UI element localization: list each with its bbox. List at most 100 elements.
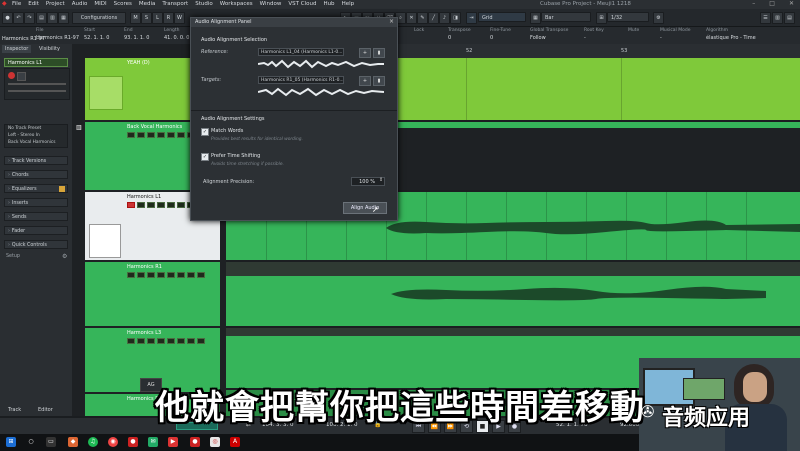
trash-icon[interactable]: ▮ — [373, 48, 385, 58]
grid-mode-dropdown[interactable]: Grid — [478, 12, 526, 22]
comp-tool-icon[interactable]: ◨ — [450, 12, 461, 24]
eq-bypass-icon[interactable] — [59, 186, 65, 192]
undo-icon[interactable]: ↶ — [13, 12, 24, 24]
record-enable-button[interactable] — [8, 72, 15, 79]
align-audio-button[interactable]: Align Audio — [343, 202, 387, 214]
cubase-icon[interactable]: ● — [128, 437, 138, 447]
menu-file[interactable]: File — [12, 1, 21, 7]
quantize-dropdown[interactable]: 1/32 — [607, 12, 649, 22]
pan-slider[interactable] — [8, 90, 66, 92]
menu-help[interactable]: Help — [342, 1, 355, 7]
wechat-icon[interactable]: ✉ — [148, 437, 158, 447]
section-equalizers[interactable]: › Equalizers — [4, 184, 68, 193]
section-track-versions[interactable]: › Track Versions — [4, 156, 68, 165]
section-chords[interactable]: › Chords — [4, 170, 68, 179]
maximize-icon[interactable]: □ — [769, 0, 775, 7]
adobe-icon[interactable]: A — [230, 437, 240, 447]
section-inserts[interactable]: › Inserts — [4, 198, 68, 207]
play-tool-icon[interactable]: ♪ — [439, 12, 450, 24]
search-icon[interactable]: ○ — [26, 437, 36, 447]
section-sends[interactable]: › Sends — [4, 212, 68, 221]
trash-icon[interactable]: ▮ — [373, 76, 385, 86]
cubase-icon-2[interactable]: ● — [190, 437, 200, 447]
info-fine-tune[interactable]: Fine-Tune 0 — [490, 28, 511, 41]
quantize-icon[interactable]: ⊞ — [596, 12, 607, 24]
tab-visibility[interactable]: Visibility — [36, 45, 63, 53]
info-musical-mode[interactable]: Musical Mode - — [660, 28, 691, 41]
add-target-button[interactable]: + — [359, 76, 371, 86]
event-harmonics-r1[interactable] — [226, 262, 800, 326]
track-preset-label[interactable]: No Track Preset — [8, 125, 67, 132]
minimize-icon[interactable]: – — [752, 0, 755, 7]
menu-edit[interactable]: Edit — [28, 1, 39, 7]
youtube-icon[interactable]: ▶ — [168, 437, 178, 447]
menu-midi[interactable]: MIDI — [94, 1, 106, 7]
add-reference-button[interactable]: + — [359, 48, 371, 58]
redo-icon[interactable]: ↷ — [24, 12, 35, 24]
info-mute[interactable]: Mute — [628, 28, 639, 35]
activate-project-icon[interactable]: ● — [2, 12, 13, 24]
info-global-transpose[interactable]: Global Transpose Follow — [530, 28, 568, 41]
match-words-checkbox[interactable]: ✓ — [201, 128, 209, 136]
info-lock[interactable]: Lock — [414, 28, 424, 35]
menu-hub[interactable]: Hub — [323, 1, 334, 7]
info-length[interactable]: Length 41. 0. 0. 0 — [164, 28, 189, 41]
infoline-toggle-icon[interactable]: ▥ — [47, 12, 58, 24]
mute-tool-icon[interactable]: ✕ — [406, 12, 417, 24]
folder-icon[interactable]: ▥ — [76, 124, 82, 131]
app-icon-2[interactable]: ◎ — [210, 437, 220, 447]
lower-zone-icon[interactable]: ▤ — [784, 12, 795, 24]
menu-transport[interactable]: Transport — [162, 1, 188, 7]
mixer-icon[interactable]: ☰ — [760, 12, 771, 24]
inspector-toggle-icon[interactable]: ▤ — [36, 12, 47, 24]
windows-start-icon[interactable]: ⊞ — [6, 437, 16, 447]
inspector-routing[interactable]: No Track Preset Left - Stereo In Back Vo… — [4, 124, 68, 148]
prefer-time-shifting-checkbox[interactable]: ✓ — [201, 153, 209, 161]
app-icon[interactable]: ◆ — [68, 437, 78, 447]
menu-scores[interactable]: Scores — [114, 1, 132, 7]
gear-icon[interactable]: ⚙ — [62, 253, 67, 260]
info-end[interactable]: End 93. 1. 1. 0 — [124, 28, 149, 41]
task-view-icon[interactable]: ▭ — [46, 437, 56, 447]
input-routing[interactable]: Left - Stereo In — [8, 132, 67, 139]
info-file[interactable]: File Harmonics R1-97 — [36, 28, 79, 41]
targets-field[interactable]: Harmonics R1_05 (Harmonics R1-0... — [258, 76, 344, 84]
stepper-arrows-icon[interactable]: ⇕ — [379, 177, 383, 183]
draw-tool-icon[interactable]: ✎ — [417, 12, 428, 24]
info-transpose[interactable]: Transpose 0 — [448, 28, 471, 41]
inspector-track-header[interactable]: Harmonics L1 — [4, 58, 68, 67]
monitor-button[interactable] — [17, 72, 26, 81]
menu-vst-cloud[interactable]: VST Cloud — [288, 1, 316, 7]
tab-track[interactable]: Track — [8, 407, 21, 413]
grid-type-icon[interactable]: ▦ — [530, 12, 541, 24]
close-icon[interactable]: × — [389, 18, 394, 25]
menu-media[interactable]: Media — [139, 1, 156, 7]
configurations-dropdown[interactable]: Configurations — [72, 12, 126, 24]
menu-window[interactable]: Window — [260, 1, 282, 7]
setup-label[interactable]: Setup — [6, 254, 20, 259]
info-root-key[interactable]: Root Key - — [584, 28, 604, 41]
close-icon[interactable]: ✕ — [789, 0, 794, 7]
grid-type-dropdown[interactable]: Bar — [541, 12, 591, 22]
solo-button[interactable]: S — [141, 12, 152, 24]
tab-inspector[interactable]: Inspector — [2, 45, 32, 53]
tab-editor[interactable]: Editor — [38, 407, 53, 413]
listen-button[interactable]: L — [152, 12, 163, 24]
menu-workspaces[interactable]: Workspaces — [220, 1, 253, 7]
menu-audio[interactable]: Audio — [72, 1, 88, 7]
track-controls[interactable] — [127, 338, 205, 344]
track-controls[interactable] — [127, 272, 205, 278]
section-fader[interactable]: › Fader — [4, 226, 68, 235]
right-zone-icon[interactable]: ▥ — [772, 12, 783, 24]
menu-studio[interactable]: Studio — [195, 1, 213, 7]
section-quick-controls[interactable]: › Quick Controls — [4, 240, 68, 249]
info-start[interactable]: Start 52. 1. 1. 0 — [84, 28, 109, 41]
toolbar-layout-icon[interactable]: ▦ — [58, 12, 69, 24]
mute-button[interactable]: M — [130, 12, 141, 24]
menu-project[interactable]: Project — [46, 1, 65, 7]
line-tool-icon[interactable]: ╱ — [428, 12, 439, 24]
volume-slider[interactable] — [8, 83, 66, 85]
output-routing[interactable]: Back Vocal Harmonics — [8, 139, 67, 146]
track-harmonics-r1[interactable]: Harmonics R1 — [85, 262, 220, 326]
quantize-settings-icon[interactable]: ⚙ — [653, 12, 664, 24]
